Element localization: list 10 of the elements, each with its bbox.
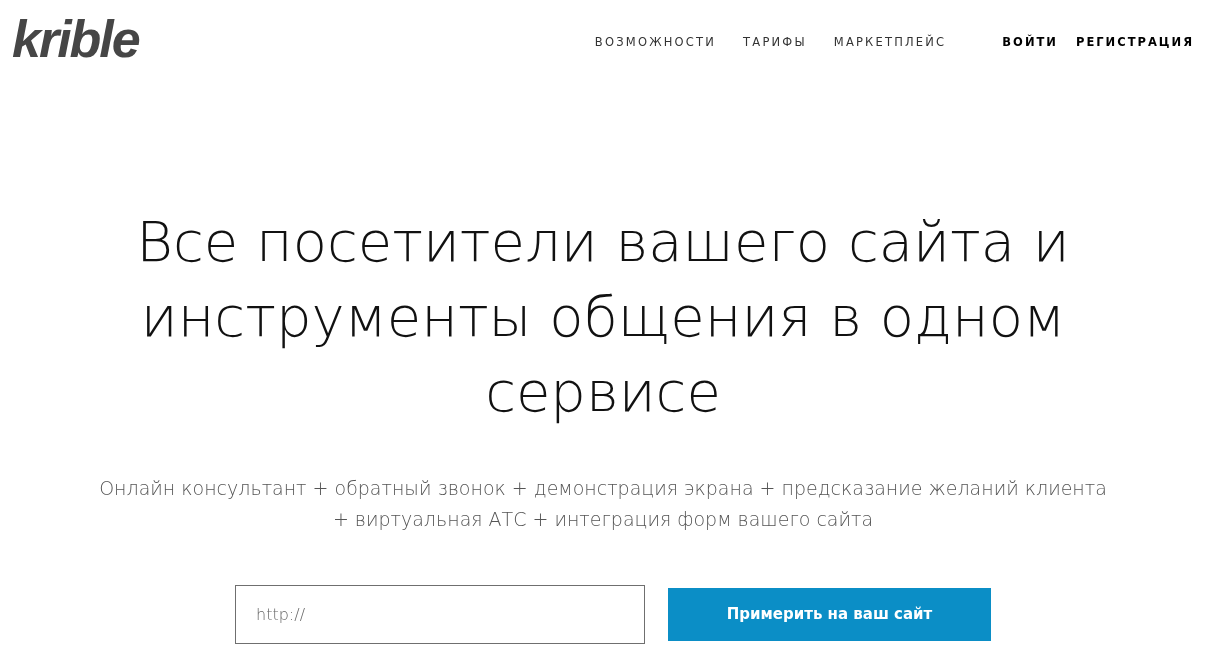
account-link[interactable]: ВОЙТИ xyxy=(1002,34,1058,52)
try-on-site-button[interactable]: Примерить на ваш сайт xyxy=(668,588,991,641)
url-input-field[interactable]: http:// xyxy=(235,585,645,644)
logo[interactable]: krible xyxy=(12,13,139,73)
nav-link[interactable]: ТАРИФЫ xyxy=(743,34,807,52)
headline: Все посетители вашего сайта и инструменты общения в одном сервисе xyxy=(135,208,1071,426)
nav-link[interactable]: ВОЗМОЖНОСТИ xyxy=(594,34,717,52)
nav-link[interactable]: МАРКЕТПЛЕЙС xyxy=(833,34,947,52)
account-link[interactable]: РЕГИСТРАЦИЯ xyxy=(1076,34,1194,52)
subtitle: Онлайн консультант + обратный звонок + демонстрация экрана + предсказание желаний клиента + виртуальная АТС + интеграция форм вашего сайта xyxy=(98,476,1108,532)
